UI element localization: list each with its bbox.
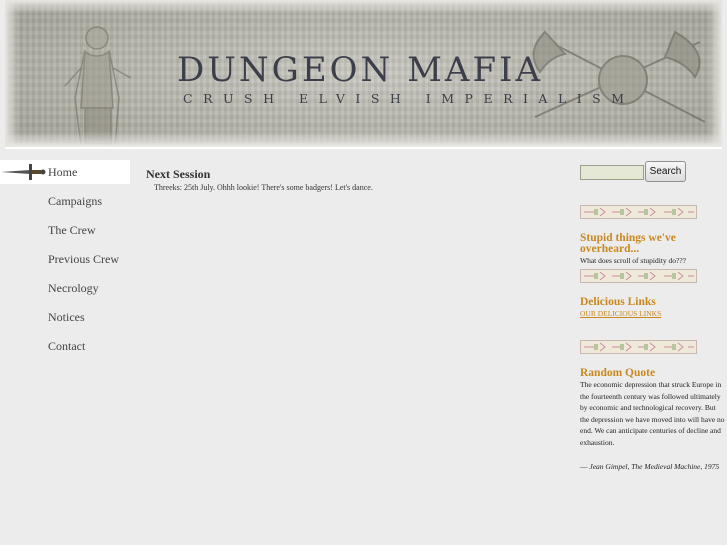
nav-item-necrology[interactable]: Necrology xyxy=(0,275,130,304)
main-nav: Home Campaigns The Crew Previous Crew Ne… xyxy=(0,160,130,362)
nav-item-campaigns[interactable]: Campaigns xyxy=(0,188,130,217)
nav-item-the-crew[interactable]: The Crew xyxy=(0,217,130,246)
nav-item-previous-crew[interactable]: Previous Crew xyxy=(0,246,130,275)
quote-dash: — xyxy=(580,462,588,471)
nav-item-label: The Crew xyxy=(48,223,96,237)
quote-source: , The Medieval Machine, 1975 xyxy=(627,462,720,471)
ornamental-divider xyxy=(580,269,697,283)
delicious-links-link[interactable]: OUR DELICIOUS LINKS xyxy=(580,309,661,318)
nav-item-label: Contact xyxy=(48,339,86,353)
nav-item-notices[interactable]: Notices xyxy=(0,304,130,333)
nav-item-label: Previous Crew xyxy=(48,252,119,266)
sword-icon xyxy=(1,164,46,180)
random-quote-text: The economic depression that struck Euro… xyxy=(580,380,725,447)
next-session-heading: Next Session xyxy=(146,167,211,181)
site-title: DUNGEON MAFIA xyxy=(177,50,544,90)
quote-author: Jean Gimpel xyxy=(589,462,628,471)
search-input[interactable] xyxy=(580,165,644,180)
nav-item-label: Home xyxy=(48,165,78,179)
delicious-links-title: Delicious Links xyxy=(580,296,656,308)
nav-item-contact[interactable]: Contact xyxy=(0,333,130,362)
main-content: Next Session Threeks: 25th July. Ohhh lo… xyxy=(146,167,566,192)
random-quote-citation: — Jean Gimpel, The Medieval Machine, 197… xyxy=(580,461,726,473)
ornamental-divider xyxy=(580,340,697,354)
stupid-things-text: What does scroll of stupidity do??? xyxy=(580,256,687,265)
nav-item-label: Campaigns xyxy=(48,194,102,208)
nav-item-label: Necrology xyxy=(48,281,99,295)
site-banner: DUNGEON MAFIA CRUSH ELVISH IMPERIALISM xyxy=(5,0,722,149)
crossed-weapons-illustration xyxy=(532,30,706,123)
knight-illustration xyxy=(64,26,132,147)
site-tagline: CRUSH ELVISH IMPERIALISM xyxy=(183,91,635,106)
nav-item-label: Notices xyxy=(48,310,85,324)
stupid-things-title: Stupid things we've overheard... xyxy=(580,232,676,255)
next-session-text: Threeks: 25th July. Ohhh lookie! There's… xyxy=(154,183,373,192)
nav-item-home[interactable]: Home xyxy=(0,160,130,184)
ornamental-divider xyxy=(580,205,697,219)
search-button[interactable]: Search xyxy=(645,161,686,182)
random-quote-title: Random Quote xyxy=(580,367,656,379)
